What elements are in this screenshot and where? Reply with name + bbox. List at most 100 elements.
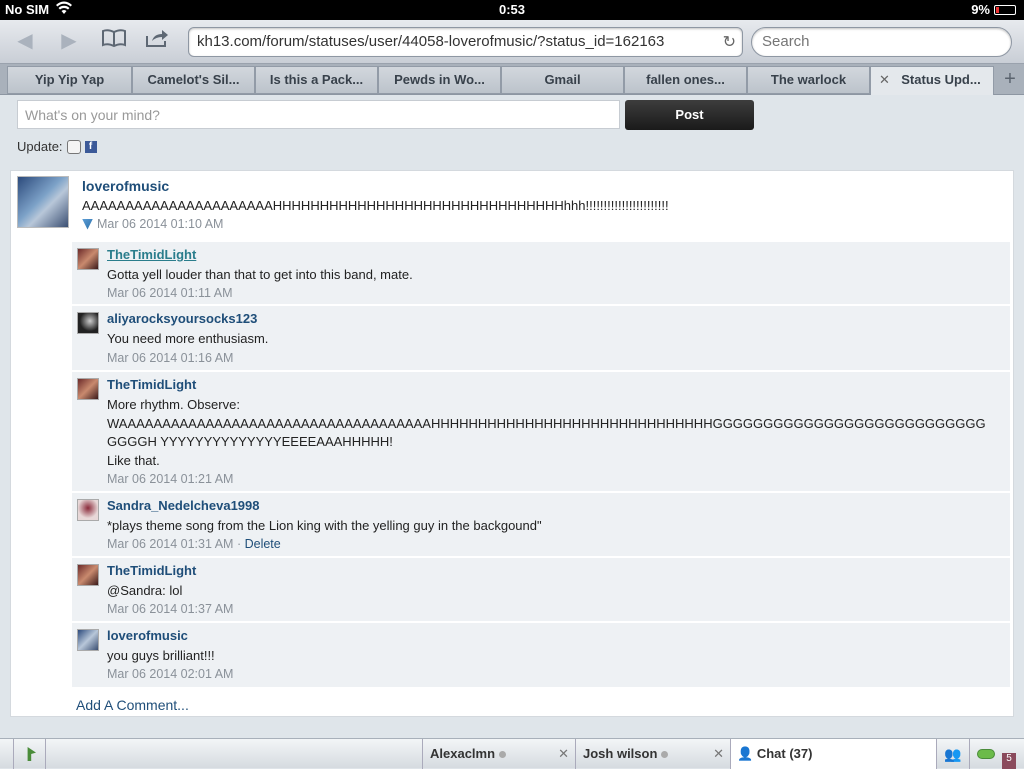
comment-timestamp: Mar 06 2014 02:01 AM [107, 667, 234, 681]
comment-text: @Sandra: lol [107, 583, 183, 598]
toggle-icon [977, 749, 995, 759]
comment-timestamp: Mar 06 2014 01:21 AM [107, 472, 234, 486]
meta-separator: · [233, 537, 245, 551]
ios-status-bar: No SIM 0:53 9% [0, 0, 1024, 20]
chat-toggle[interactable] [13, 739, 46, 769]
chat-tab-name: Josh wilson [583, 746, 658, 761]
battery-icon [994, 4, 1016, 15]
forward-icon[interactable]: ▶ [54, 28, 84, 54]
chat-tab-josh-wilson[interactable]: Josh wilson ✕ [575, 739, 730, 769]
search-field[interactable] [751, 27, 1012, 57]
chat-tab-alexaclmn[interactable]: Alexaclmn ✕ [422, 739, 575, 769]
close-tab-icon[interactable]: ✕ [879, 67, 890, 93]
status-timestamp: Mar 06 2014 01:10 AM [97, 217, 224, 231]
tab-label: Yip Yip Yap [34, 72, 105, 87]
chat-tab-name: Alexaclmn [430, 746, 496, 761]
pointer-icon [27, 747, 36, 761]
avatar[interactable] [17, 176, 69, 228]
comment-timestamp: Mar 06 2014 01:37 AM [107, 602, 234, 616]
chat-count: (37) [789, 746, 813, 761]
post-button[interactable]: Post [625, 100, 754, 130]
battery-indicator: 9% [971, 2, 1016, 17]
battery-percent: 9% [971, 2, 990, 17]
tab-label: Gmail [544, 72, 581, 87]
close-chat-icon[interactable]: ✕ [713, 739, 724, 769]
url-field[interactable]: kh13.com/forum/statuses/user/44058-lover… [188, 27, 743, 57]
comment-text: Gotta yell louder than that to get into … [107, 267, 413, 282]
offline-status-icon [661, 751, 669, 758]
avatar[interactable] [77, 248, 99, 270]
tab-label: Camelot's Sil... [147, 72, 240, 87]
search-input[interactable] [752, 28, 1011, 55]
offline-status-icon [499, 751, 507, 758]
comment-author[interactable]: Sandra_Nedelcheva1998 [107, 498, 259, 513]
comment-list: TheTimidLight Gotta yell louder than tha… [72, 242, 1010, 714]
comment-timestamp: Mar 06 2014 01:16 AM [107, 351, 234, 365]
status-post: loverofmusic AAAAAAAAAAAAAAAAAAAAAAHHHHH… [10, 170, 1014, 717]
new-tab-icon[interactable]: + [996, 66, 1024, 94]
chat-bar: Alexaclmn ✕ Josh wilson ✕ 👤 Chat (37) 👥 … [0, 738, 1024, 769]
back-icon[interactable]: ◀ [10, 28, 40, 54]
bookmarks-icon[interactable] [99, 28, 129, 54]
comment-text: More rhythm. Observe: WAAAAAAAAAAAAAAAAA… [107, 396, 1005, 470]
tab-pewds[interactable]: Pewds in Wo... [378, 66, 501, 94]
update-checkbox[interactable] [66, 139, 81, 154]
status-author[interactable]: loverofmusic [82, 178, 169, 194]
comment-author[interactable]: TheTimidLight [107, 247, 196, 262]
tab-yip-yip-yap[interactable]: Yip Yip Yap [7, 66, 132, 94]
friends-icon[interactable]: 👥 [936, 739, 969, 769]
tab-label: Pewds in Wo... [394, 72, 485, 87]
status-meta: Mar 06 2014 01:10 AM [82, 217, 223, 231]
clock: 0:53 [498, 2, 526, 17]
tab-the-warlock[interactable]: The warlock [747, 66, 870, 94]
notification-badge[interactable]: 5 [1002, 753, 1016, 769]
avatar[interactable] [77, 499, 99, 521]
tab-status-update[interactable]: ✕ Status Upd... [870, 66, 994, 96]
tab-fallen-ones[interactable]: fallen ones... [624, 66, 747, 94]
status-toggle[interactable] [969, 739, 1002, 769]
status-input[interactable]: What's on your mind? [17, 100, 620, 129]
comment-meta: Mar 06 2014 01:31 AM · Delete [107, 537, 281, 551]
comment-author[interactable]: TheTimidLight [107, 563, 196, 578]
comment-text: you guys brilliant!!! [107, 648, 215, 663]
comment-line: More rhythm. Observe: [107, 397, 240, 412]
browser-tab-bar: Yip Yip Yap Camelot's Sil... Is this a P… [0, 64, 1024, 96]
comment-line: Like that. [107, 452, 160, 468]
add-comment-link[interactable]: Add A Comment... [76, 697, 189, 713]
comment-author[interactable]: aliyarocksyoursocks123 [107, 311, 257, 326]
update-options: Update: f [17, 139, 97, 154]
tab-label: Status Upd... [901, 72, 981, 87]
list-item: TheTimidLight Gotta yell louder than tha… [72, 242, 1010, 305]
options-dropdown-icon[interactable] [82, 218, 93, 230]
comment-line: WAAAAAAAAAAAAAAAAAAAAAAAAAAAAAAAAAAAAHHH… [107, 415, 986, 431]
delete-link[interactable]: Delete [245, 537, 281, 551]
page-content: What's on your mind? Post Update: f love… [0, 95, 1024, 738]
tab-pack[interactable]: Is this a Pack... [255, 66, 378, 94]
comment-timestamp: Mar 06 2014 01:31 AM [107, 537, 234, 551]
reload-icon[interactable]: ↻ [723, 32, 736, 52]
comment-author[interactable]: TheTimidLight [107, 377, 196, 392]
url-text: kh13.com/forum/statuses/user/44058-lover… [197, 33, 665, 50]
update-label: Update: [17, 139, 63, 154]
tab-camelot[interactable]: Camelot's Sil... [132, 66, 255, 94]
avatar[interactable] [77, 312, 99, 334]
comment-text: *plays theme song from the Lion king wit… [107, 518, 542, 533]
status-text: AAAAAAAAAAAAAAAAAAAAAAHHHHHHHHHHHHHHHHHH… [82, 198, 669, 213]
list-item: aliyarocksyoursocks123 You need more ent… [72, 306, 1010, 371]
browser-toolbar: ◀ ▶ kh13.com/forum/statuses/user/44058-l… [0, 20, 1024, 64]
avatar[interactable] [77, 378, 99, 400]
avatar[interactable] [77, 629, 99, 651]
avatar[interactable] [77, 564, 99, 586]
comment-text: You need more enthusiasm. [107, 331, 269, 346]
facebook-icon: f [84, 140, 97, 153]
comment-line: GGGGH YYYYYYYYYYYYYYEEEEAAAHHHHH! [107, 434, 393, 449]
close-chat-icon[interactable]: ✕ [558, 739, 569, 769]
list-item: TheTimidLight More rhythm. Observe: WAAA… [72, 372, 1010, 492]
tab-gmail[interactable]: Gmail [501, 66, 624, 94]
list-item: TheTimidLight @Sandra: lol Mar 06 2014 0… [72, 558, 1010, 622]
comment-author[interactable]: loverofmusic [107, 628, 188, 643]
status-placeholder: What's on your mind? [25, 107, 160, 123]
chat-button[interactable]: 👤 Chat (37) [730, 739, 936, 769]
list-item: loverofmusic you guys brilliant!!! Mar 0… [72, 623, 1010, 688]
share-icon[interactable] [142, 28, 172, 54]
